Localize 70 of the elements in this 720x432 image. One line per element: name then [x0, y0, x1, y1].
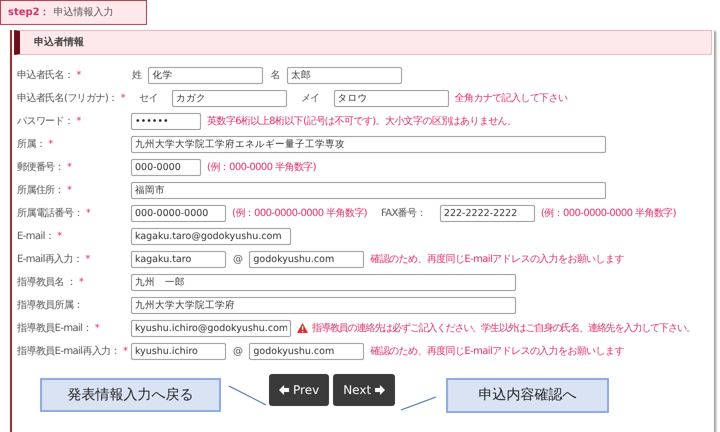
hint-text: (例：000-0000 半角数字) [207, 160, 316, 174]
required-mark: * [122, 344, 128, 358]
field-label: E-mail再入力： [17, 252, 82, 266]
nav-button[interactable]: Prev [269, 374, 330, 406]
left-arrow-icon [279, 385, 289, 395]
input-field[interactable]: カガク [172, 90, 287, 106]
input-field[interactable]: godokyushu.com [249, 250, 364, 268]
field-label: @ [233, 344, 242, 358]
hint-text: 英数字6桁以上8桁以下(記号は不可です)。大小文字の区別はありません。 [207, 114, 517, 128]
input-field[interactable]: kagaku.taro@godokyushu.com [131, 228, 291, 244]
field-label: 指導教員E-mail再入力： [17, 344, 120, 358]
required-mark: * [86, 206, 90, 220]
hint-text: (例：000-0000-0000 半角数字) [232, 206, 367, 220]
field-label: 郵便番号： [17, 160, 64, 174]
required-mark: * [57, 230, 62, 244]
step-label: step2： [8, 6, 50, 20]
required-mark: * [76, 114, 81, 128]
input-field[interactable]: 000-0000-0000 [131, 204, 226, 222]
field-label: メイ [300, 92, 320, 106]
step-title: 申込情報入力 [54, 6, 114, 20]
field-label: @ [233, 252, 242, 266]
required-mark: * [78, 276, 84, 290]
required-mark: * [76, 68, 81, 82]
callout-box: 申込内容確認へ [446, 378, 609, 413]
field-label: 名 [270, 68, 280, 82]
input-field[interactable]: •••••• [131, 112, 201, 130]
field-label: 指導教員名 ： [17, 276, 76, 290]
leader-line [400, 396, 436, 410]
input-field[interactable]: 九州大学大学院工学府エネルギー量子工学専攻 [131, 136, 606, 152]
input-field[interactable]: kyushu.ichiro [131, 342, 226, 360]
field-label: セイ [139, 92, 158, 106]
input-field[interactable]: タロウ [334, 90, 449, 106]
field-label: 申込者氏名： [17, 68, 74, 82]
warning-icon [297, 323, 308, 333]
field-label: E-mail： [17, 230, 54, 244]
field-label: パスワード： [17, 114, 74, 128]
input-field[interactable]: 九州大学大学院工学府 [131, 296, 516, 314]
field-label: 所属電話番号： [17, 206, 83, 220]
required-mark: * [48, 138, 53, 152]
input-field[interactable]: 太郎 [286, 66, 402, 84]
input-field[interactable]: kyushu.ichiro@godokyushu.com [131, 320, 291, 336]
field-label: 所属： [17, 138, 46, 152]
section-title: 申込者情報 [34, 36, 84, 50]
hint-text: 確認のため、再度同じE-mailアドレスの入力をお願いします [370, 252, 624, 266]
leader-line [228, 386, 266, 406]
warning-text: 指導教員の連絡先は必ずご記入ください。学生以外はご自身の氏名、連絡先を入力して下さい。 [312, 322, 695, 336]
input-field[interactable]: 222-2222-2222 [440, 204, 535, 222]
right-arrow-icon [375, 385, 386, 395]
input-field[interactable]: 化学 [148, 66, 264, 84]
hint-text: 確認のため、再度同じE-mailアドレスの入力をお願いします [370, 344, 624, 358]
input-field[interactable]: 九州 一郎 [131, 274, 516, 290]
field-label: 姓 [132, 68, 142, 82]
hint-text: (例：000-0000-0000 半角数字) [540, 206, 676, 220]
input-field[interactable]: 福岡市 [131, 182, 606, 198]
nav-button[interactable]: Next [333, 374, 396, 406]
required-mark: * [94, 322, 100, 336]
callout-box: 発表情報入力へ戻る [40, 378, 221, 412]
field-label: FAX番号： [380, 206, 426, 220]
hint-text: 全角カナで記入して下さい [454, 92, 568, 106]
required-mark: * [85, 252, 90, 266]
required-mark: * [67, 160, 72, 174]
required-mark: * [67, 184, 72, 198]
input-field[interactable]: kagaku.taro [131, 250, 226, 268]
input-field[interactable]: godokyushu.com [249, 342, 364, 360]
field-label: 指導教員所属： [17, 298, 83, 312]
field-label: 指導教員E-mail： [17, 322, 92, 336]
required-mark: * [120, 92, 126, 106]
input-field[interactable]: 000-0000 [131, 158, 201, 176]
field-label: 所属住所： [17, 184, 64, 198]
field-label: 申込者氏名(フリガナ)： [17, 92, 118, 106]
